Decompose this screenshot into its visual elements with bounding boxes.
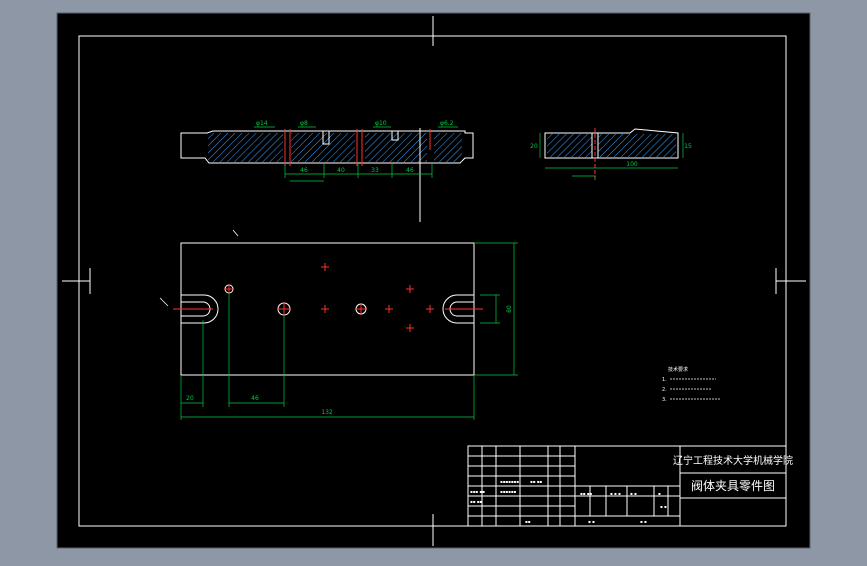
dim-side-height-right: 15 [684,143,692,150]
dia-label-4: φ6.2 [440,120,454,127]
cad-viewport[interactable]: φ14 φ8 φ10 φ6.2 46 40 33 46 100 20 15 13… [0,0,867,562]
dim-side-height-left: 20 [530,143,538,150]
tech-notes-line-1: 1. [662,377,667,383]
dim-hole-spacing: 46 [251,395,259,402]
svg-text:▪▪▪▪▪▪: ▪▪▪▪▪▪ [500,489,517,494]
dim-top-3: 33 [371,167,379,174]
tech-notes-heading: 技术要求 [668,366,688,373]
dia-label-3: φ10 [375,120,387,127]
svg-text:▪ ▪: ▪ ▪ [640,519,647,524]
dim-top-2: 40 [337,167,345,174]
svg-text:▪▪ ▪▪: ▪▪ ▪▪ [470,499,482,504]
svg-text:▪▪ ▪▪: ▪▪ ▪▪ [580,491,592,496]
dim-top-1: 46 [300,167,308,174]
svg-text:▪▪▪ ▪▪: ▪▪▪ ▪▪ [470,489,485,494]
svg-text:▪▪: ▪▪ [525,519,531,524]
tech-notes-line-3: 3. [662,397,667,403]
svg-text:▪▪ ▪▪: ▪▪ ▪▪ [530,479,542,484]
title-school-name: 辽宁工程技术大学机械学院 [673,454,793,467]
model-space [57,13,810,548]
drawing-canvas: φ14 φ8 φ10 φ6.2 46 40 33 46 100 20 15 13… [56,12,811,549]
dim-side-length: 100 [626,161,638,168]
dim-height: 80 [506,305,513,313]
dim-top-4: 46 [406,167,414,174]
dim-left-offset: 20 [186,395,194,402]
dia-label-2: φ8 [300,120,308,127]
svg-text:▪▪▪▪▪▪▪: ▪▪▪▪▪▪▪ [500,479,519,484]
svg-text:▪ ▪: ▪ ▪ [588,519,595,524]
svg-text:▪ ▪: ▪ ▪ [660,504,667,509]
tech-notes-line-2: 2. [662,387,667,393]
title-part-name: 阀体夹具零件图 [691,479,775,493]
dim-total-length: 132 [321,409,333,416]
svg-text:▪: ▪ [658,491,661,496]
dia-label-1: φ14 [256,120,268,127]
svg-text:▪ ▪ ▪: ▪ ▪ ▪ [610,491,621,496]
svg-text:▪ ▪: ▪ ▪ [630,491,637,496]
